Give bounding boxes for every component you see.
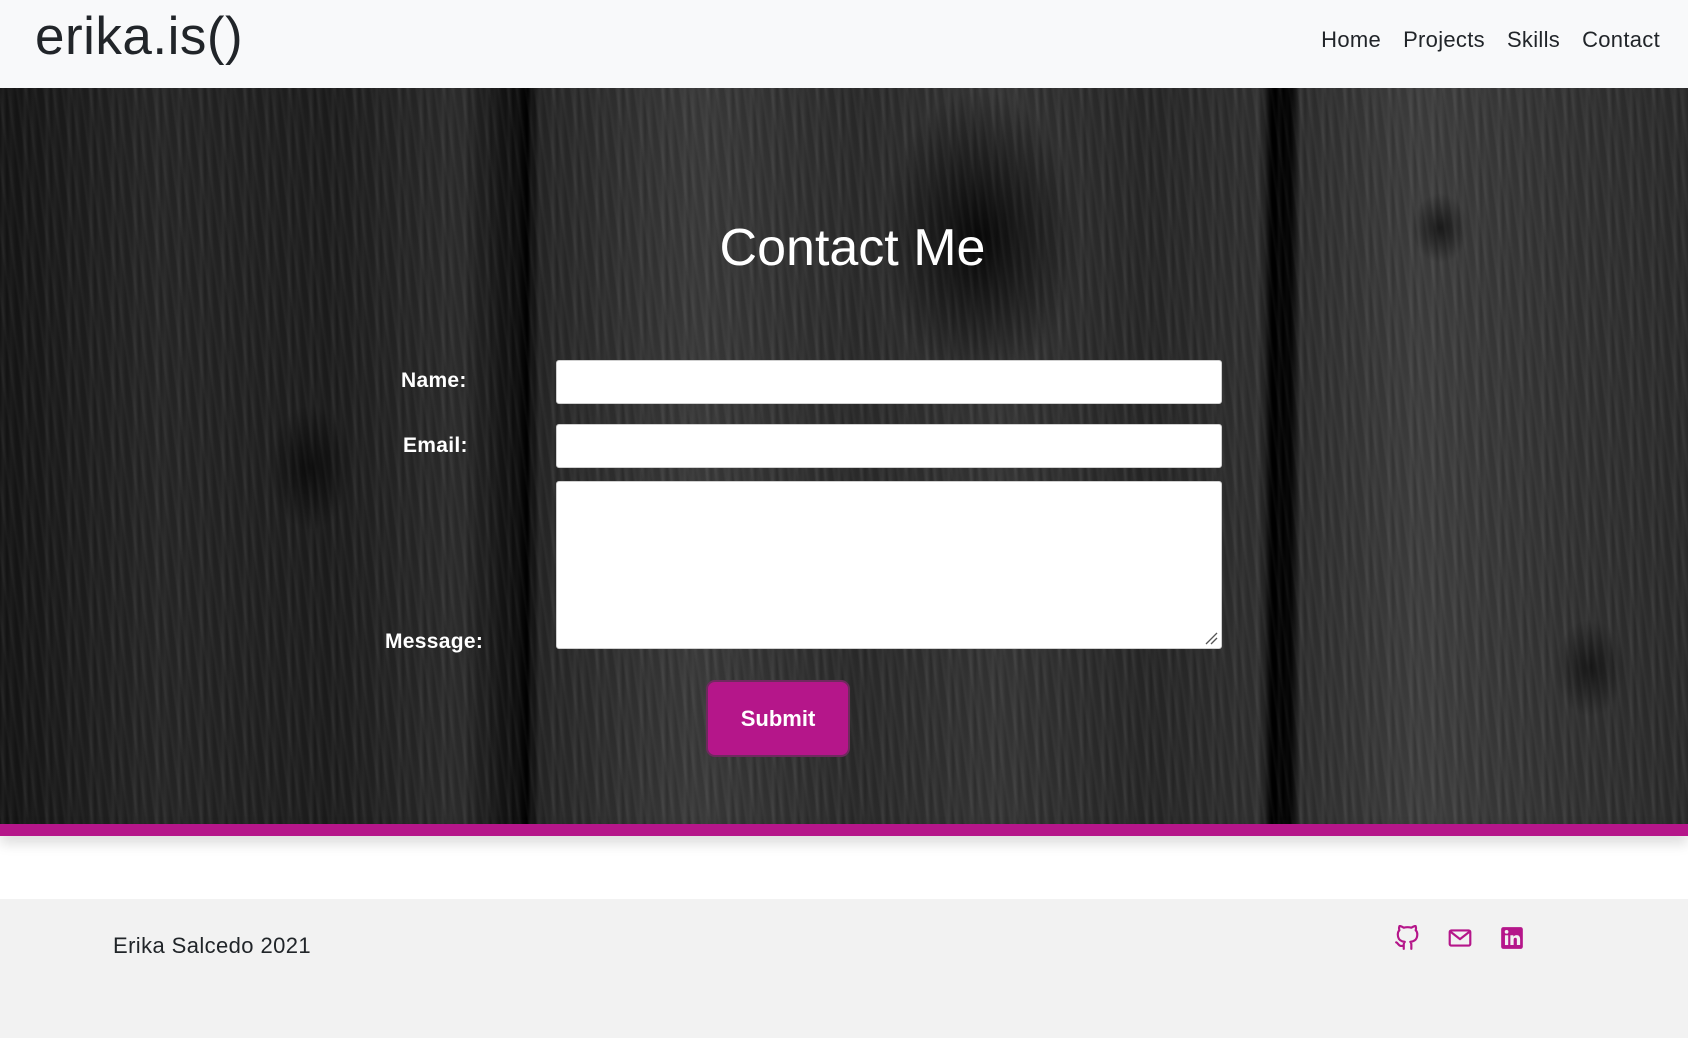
message-textarea[interactable]: [556, 481, 1222, 649]
name-label: Name:: [401, 369, 467, 392]
page-title: Contact Me: [719, 219, 986, 277]
nav-link-home[interactable]: Home: [1321, 27, 1381, 53]
github-icon[interactable]: [1394, 925, 1420, 951]
mail-icon[interactable]: [1447, 925, 1473, 951]
navbar: erika.is() Home Projects Skills Contact: [0, 0, 1688, 88]
email-input[interactable]: [556, 424, 1222, 468]
message-text: [557, 482, 1221, 494]
brand-logo[interactable]: erika.is(): [35, 10, 243, 63]
name-input[interactable]: [556, 360, 1222, 404]
nav-link-projects[interactable]: Projects: [1403, 27, 1485, 53]
contact-section: Contact Me Name: Email: Message: Submit: [0, 88, 1688, 824]
accent-divider: [0, 824, 1688, 836]
email-label: Email:: [403, 434, 468, 457]
resize-handle-icon[interactable]: [1204, 631, 1218, 645]
message-label: Message:: [385, 630, 484, 653]
nav-link-skills[interactable]: Skills: [1507, 27, 1560, 53]
footer-copyright: Erika Salcedo 2021: [113, 933, 311, 958]
nav-link-contact[interactable]: Contact: [1582, 27, 1660, 53]
footer: Erika Salcedo 2021: [0, 899, 1688, 1038]
nav-links: Home Projects Skills Contact: [1321, 27, 1660, 53]
linkedin-icon[interactable]: [1499, 925, 1525, 951]
submit-button[interactable]: Submit: [706, 680, 850, 757]
